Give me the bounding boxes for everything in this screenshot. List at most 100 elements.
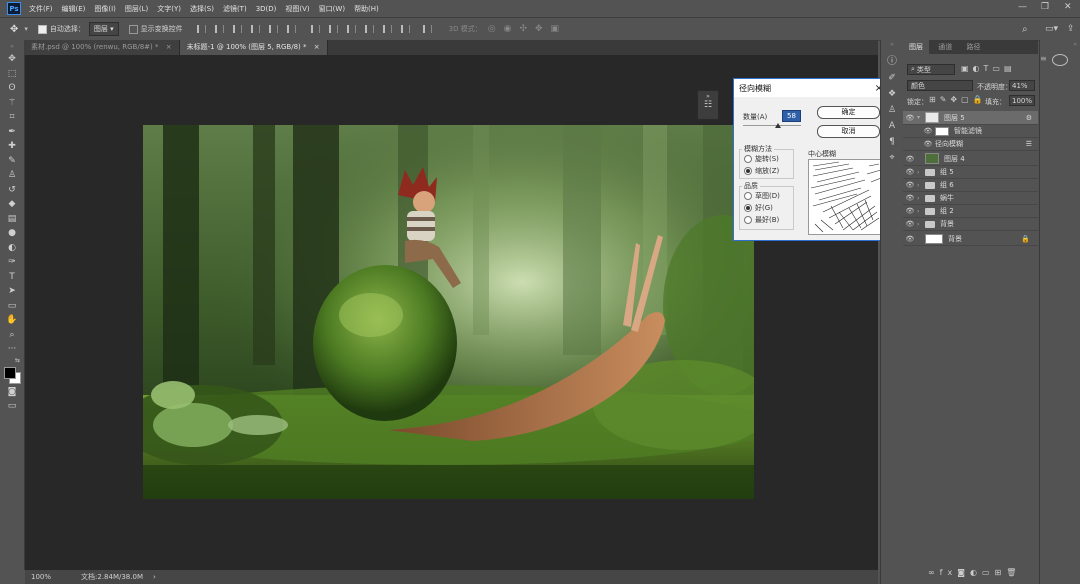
method-zoom-option[interactable]: 缩放(Z) bbox=[744, 166, 779, 176]
align-center-icon[interactable] bbox=[214, 25, 224, 33]
zoom-level[interactable]: 100% bbox=[31, 573, 51, 581]
distribute-top-icon[interactable] bbox=[310, 25, 320, 33]
character-icon[interactable]: A bbox=[881, 121, 903, 131]
brush-settings-icon[interactable]: ✐ bbox=[881, 73, 903, 83]
dialog-titlebar[interactable]: 径向模糊 × bbox=[734, 79, 888, 97]
opacity-input[interactable]: 41% bbox=[1009, 80, 1035, 91]
menu-image[interactable]: 图像(I) bbox=[94, 4, 116, 14]
menu-select[interactable]: 选择(S) bbox=[190, 4, 214, 14]
tab-close-icon[interactable]: × bbox=[314, 43, 320, 51]
align-bottom-icon[interactable] bbox=[286, 25, 296, 33]
glyphs-icon[interactable]: ⌖ bbox=[881, 153, 903, 163]
panel-menu-icon[interactable]: ≡ bbox=[1040, 54, 1047, 63]
history-brush-icon[interactable]: ↺ bbox=[0, 183, 24, 198]
align-left-icon[interactable] bbox=[196, 25, 206, 33]
eye-icon[interactable]: 👁 bbox=[903, 235, 917, 243]
blur-icon[interactable]: ● bbox=[0, 226, 24, 241]
layer-row-background[interactable]: 👁 背景 🔒 bbox=[903, 232, 1038, 246]
gradient-icon[interactable]: ▤ bbox=[0, 212, 24, 227]
orbit-3d-icon[interactable]: ◎ bbox=[488, 24, 496, 34]
menu-help[interactable]: 帮助(H) bbox=[354, 4, 379, 14]
auto-align-icon[interactable] bbox=[422, 25, 432, 33]
clone-stamp-icon[interactable]: ♙ bbox=[0, 168, 24, 183]
filter-blending-options-icon[interactable]: ☰ bbox=[1026, 140, 1032, 148]
auto-select-dropdown[interactable]: 图层 ▾ bbox=[88, 22, 119, 36]
quality-good-option[interactable]: 好(G) bbox=[744, 203, 773, 213]
new-layer-icon[interactable]: ⊞ bbox=[995, 568, 1007, 577]
eye-icon[interactable]: 👁 bbox=[903, 181, 917, 189]
menu-file[interactable]: 文件(F) bbox=[29, 4, 53, 14]
quality-draft-option[interactable]: 草图(D) bbox=[744, 191, 780, 201]
amount-slider-track[interactable] bbox=[743, 125, 801, 126]
distribute-middle-icon[interactable] bbox=[328, 25, 338, 33]
chevron-right-icon[interactable]: › bbox=[917, 221, 925, 228]
magic-wand-icon[interactable]: ⚚ bbox=[0, 96, 24, 111]
info-icon[interactable]: ⓘ bbox=[881, 52, 903, 67]
eye-icon[interactable]: 👁 bbox=[903, 207, 917, 215]
tab-close-icon[interactable]: × bbox=[166, 43, 172, 51]
eye-icon[interactable]: 👁 bbox=[903, 155, 917, 163]
layer-row-group-6[interactable]: 👁 › 组 6 bbox=[903, 179, 1038, 192]
color-swatch-icon[interactable] bbox=[0, 365, 24, 385]
distribute-center-icon[interactable] bbox=[382, 25, 392, 33]
foreground-color-swatch[interactable] bbox=[4, 366, 16, 379]
quality-draft-radio[interactable] bbox=[744, 192, 752, 200]
expand-icon[interactable]: » bbox=[698, 93, 718, 100]
type-icon[interactable]: T bbox=[0, 270, 24, 285]
properties-mini-panel[interactable]: » ☷ bbox=[697, 90, 719, 120]
menu-filter[interactable]: 滤镜(T) bbox=[223, 4, 247, 14]
delete-layer-icon[interactable]: 🗑 bbox=[1006, 568, 1021, 577]
share-icon[interactable]: ⇪ bbox=[1067, 24, 1075, 34]
quality-best-radio[interactable] bbox=[744, 216, 752, 224]
method-spin-option[interactable]: 旋转(S) bbox=[744, 154, 779, 164]
scale-3d-icon[interactable]: ▣ bbox=[551, 24, 560, 34]
tab-document-1[interactable]: 素材.psd @ 100% (renwu, RGB/8#) * × bbox=[24, 40, 180, 55]
paragraph-icon[interactable]: ¶ bbox=[881, 137, 903, 147]
menu-3d[interactable]: 3D(D) bbox=[256, 5, 277, 13]
amount-slider-handle[interactable] bbox=[775, 123, 781, 128]
adjustment-layer-icon[interactable]: ◐ bbox=[970, 568, 982, 577]
adjustments-icon[interactable]: ☷ bbox=[698, 100, 718, 110]
roll-3d-icon[interactable]: ◉ bbox=[504, 24, 512, 34]
tab-document-2[interactable]: 未标题-1 @ 100% (图层 5, RGB/8) * × bbox=[179, 40, 328, 55]
tab-channels[interactable]: 通道 bbox=[932, 40, 958, 54]
layer-row-group-5[interactable]: 👁 › 组 5 bbox=[903, 166, 1038, 179]
lasso-icon[interactable]: ʘ bbox=[0, 81, 24, 96]
collapse-toolbar-icon[interactable]: » bbox=[0, 40, 24, 52]
auto-select-checkbox[interactable] bbox=[37, 24, 47, 34]
move-tool-preset-icon[interactable]: ✥ bbox=[10, 24, 18, 35]
link-layers-icon[interactable]: ∞ bbox=[928, 568, 940, 577]
zoom-icon[interactable]: ⌕ bbox=[0, 328, 24, 343]
layer-row-group-background[interactable]: 👁 › 背景 bbox=[903, 218, 1038, 231]
screen-mode-icon[interactable]: ▭ bbox=[0, 399, 24, 414]
collapse-icon[interactable]: « bbox=[1040, 41, 1077, 48]
marquee-icon[interactable]: ⬚ bbox=[0, 67, 24, 82]
new-group-icon[interactable]: ▭ bbox=[982, 568, 995, 577]
eye-icon[interactable]: 👁 bbox=[903, 194, 917, 202]
minimize-icon[interactable]: — bbox=[1018, 2, 1027, 12]
chevron-right-icon[interactable]: › bbox=[917, 169, 925, 176]
chevron-down-icon[interactable]: ▾ bbox=[917, 114, 925, 121]
learn-panel-icon[interactable] bbox=[1052, 54, 1068, 66]
layer-row-radial-blur[interactable]: 👁 径向模糊 ☰ bbox=[903, 138, 1038, 151]
show-transform-checkbox[interactable] bbox=[128, 24, 138, 34]
chevron-right-icon[interactable]: › bbox=[917, 182, 925, 189]
eye-icon[interactable]: 👁 bbox=[903, 220, 917, 228]
eye-icon[interactable]: 👁 bbox=[903, 114, 917, 122]
chevron-right-icon[interactable]: › bbox=[917, 195, 925, 202]
layer-row-group-snail[interactable]: 👁 › 蜗牛 bbox=[903, 192, 1038, 205]
workspace-icon[interactable]: ▭▾ bbox=[1045, 24, 1058, 34]
layer-row-smart-filters[interactable]: 👁 智能滤镜 bbox=[903, 125, 1038, 138]
healing-brush-icon[interactable]: ✚ bbox=[0, 139, 24, 154]
layer-row-5[interactable]: 👁 ▾ 图层 5 ⚙ bbox=[903, 111, 1038, 125]
collapse-panels-icon[interactable]: « bbox=[881, 41, 903, 48]
eyedropper-icon[interactable]: ✒ bbox=[0, 125, 24, 140]
cancel-button[interactable]: 取消 bbox=[817, 125, 880, 138]
blend-mode-dropdown[interactable]: 颜色 bbox=[907, 80, 973, 91]
status-menu-arrow-icon[interactable]: › bbox=[153, 573, 156, 581]
clone-source-icon[interactable]: ♙ bbox=[881, 105, 903, 115]
method-zoom-radio[interactable] bbox=[744, 167, 752, 175]
slide-3d-icon[interactable]: ✥ bbox=[535, 24, 543, 34]
dodge-icon[interactable]: ◐ bbox=[0, 241, 24, 256]
menu-type[interactable]: 文字(Y) bbox=[157, 4, 181, 14]
